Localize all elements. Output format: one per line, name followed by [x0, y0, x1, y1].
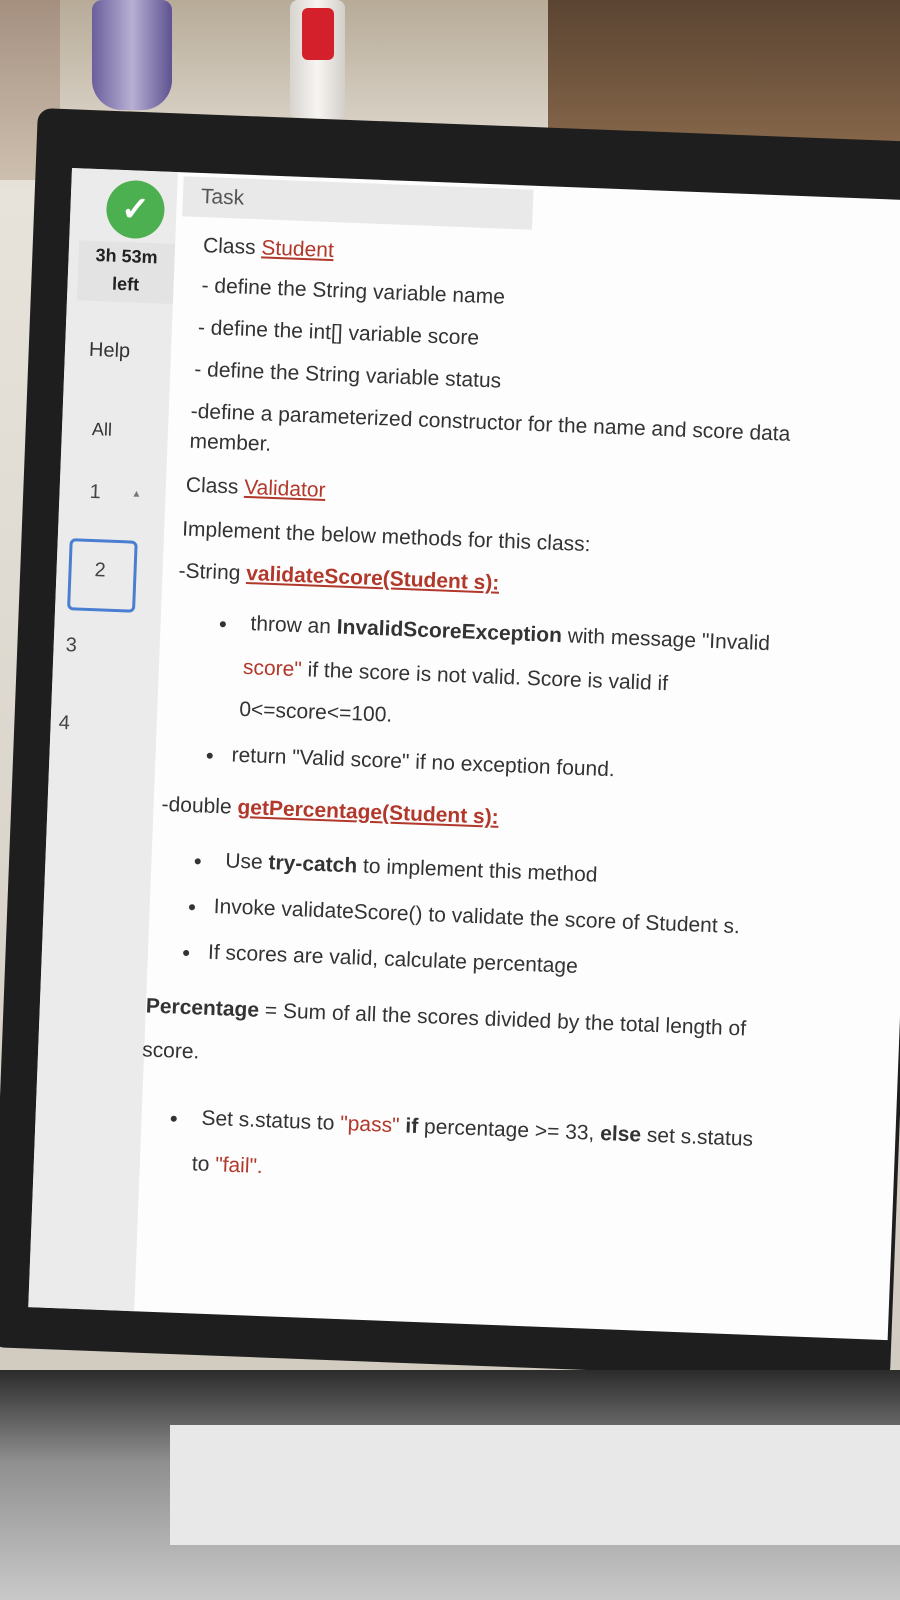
check-icon: ✓ [105, 179, 166, 240]
pct-a: Percentage [145, 994, 260, 1022]
pct-b: = Sum of all the scores divided by the t… [264, 999, 747, 1041]
question-3[interactable]: 3 [65, 634, 77, 657]
m2-b3-text: If scores are valid, calculate percentag… [207, 940, 579, 978]
m2-b1-c: to implement this method [362, 854, 598, 887]
m2-b1-b: try-catch [268, 851, 358, 878]
method2-name: getPercentage(Student s): [237, 795, 500, 829]
timer: 3h 53m left [76, 240, 176, 304]
timer-left: left [111, 273, 140, 295]
timer-time: 3h 53m [95, 244, 159, 268]
question-1[interactable]: 1 [89, 481, 101, 504]
class-student-name: Student [260, 236, 335, 263]
all-questions-link[interactable]: All [92, 419, 113, 441]
question-4[interactable]: 4 [58, 712, 70, 735]
status-g: to [191, 1152, 210, 1176]
m1-b1-c: with message "Invalid [567, 624, 771, 656]
method1-name: validateScore(Student s): [245, 561, 500, 595]
student-line-3: - define the String variable status [193, 357, 502, 393]
status-a: Set s.status to [201, 1106, 335, 1135]
m2-bullet-3: If scores are valid, calculate percentag… [181, 937, 579, 983]
task-panel: Task Class Student - define the String v… [140, 172, 900, 1340]
status-d: percentage >= 33, [423, 1115, 595, 1145]
m1-b1-d: score" [242, 655, 303, 682]
m2-b2-text: Invoke validateScore() to validate the s… [213, 894, 741, 939]
m1-b1-e: if the score is not valid. Score is vali… [307, 658, 669, 696]
collapse-caret-icon[interactable]: ▲ [131, 489, 141, 500]
student-line-4: -define a parameterized constructor for … [190, 399, 791, 446]
m2-bullet-2: Invoke validateScore() to validate the s… [187, 891, 740, 943]
pct-c: score. [141, 1038, 200, 1064]
m1-b1-a: throw an [250, 612, 332, 639]
laptop-base-strip [170, 1425, 900, 1545]
question-2[interactable]: 2 [94, 559, 106, 582]
method1-type: -String [178, 559, 241, 585]
student-line-2: - define the int[] variable score [197, 315, 480, 350]
class-label: Class [202, 234, 257, 260]
status-c: if [404, 1114, 419, 1138]
status-e: else [599, 1121, 642, 1147]
help-link[interactable]: Help [89, 339, 131, 364]
task-title: Task [200, 184, 245, 210]
method2-type: -double [161, 792, 233, 819]
m1-b1-b: InvalidScoreException [336, 615, 563, 648]
task-tab-bar: Task [182, 176, 534, 230]
soda-bottle [290, 0, 345, 120]
bottle [92, 0, 172, 110]
m1-b2-text: return "Valid score" if no exception fou… [231, 743, 616, 782]
task-content: Class Student - define the String variab… [142, 230, 900, 1178]
m1-bullet-2: return "Valid score" if no exception fou… [205, 740, 615, 786]
status-b: "pass" [339, 1112, 400, 1138]
laptop-screen: ✓ 3h 53m left Help All ▲ 1 2 3 4 Task Cl… [28, 168, 900, 1341]
status-f: set s.status [646, 1123, 754, 1151]
class-validator-name: Validator [243, 475, 326, 502]
class-label-2: Class [185, 473, 239, 499]
student-line-1: - define the String variable name [201, 274, 506, 309]
student-line-5: member. [189, 429, 272, 456]
implement-line: Implement the below methods for this cla… [181, 517, 591, 557]
status-h: "fail". [214, 1153, 264, 1179]
m1-b1-f: 0<=score<=100. [238, 697, 393, 727]
m2-b1-a: Use [224, 849, 264, 874]
